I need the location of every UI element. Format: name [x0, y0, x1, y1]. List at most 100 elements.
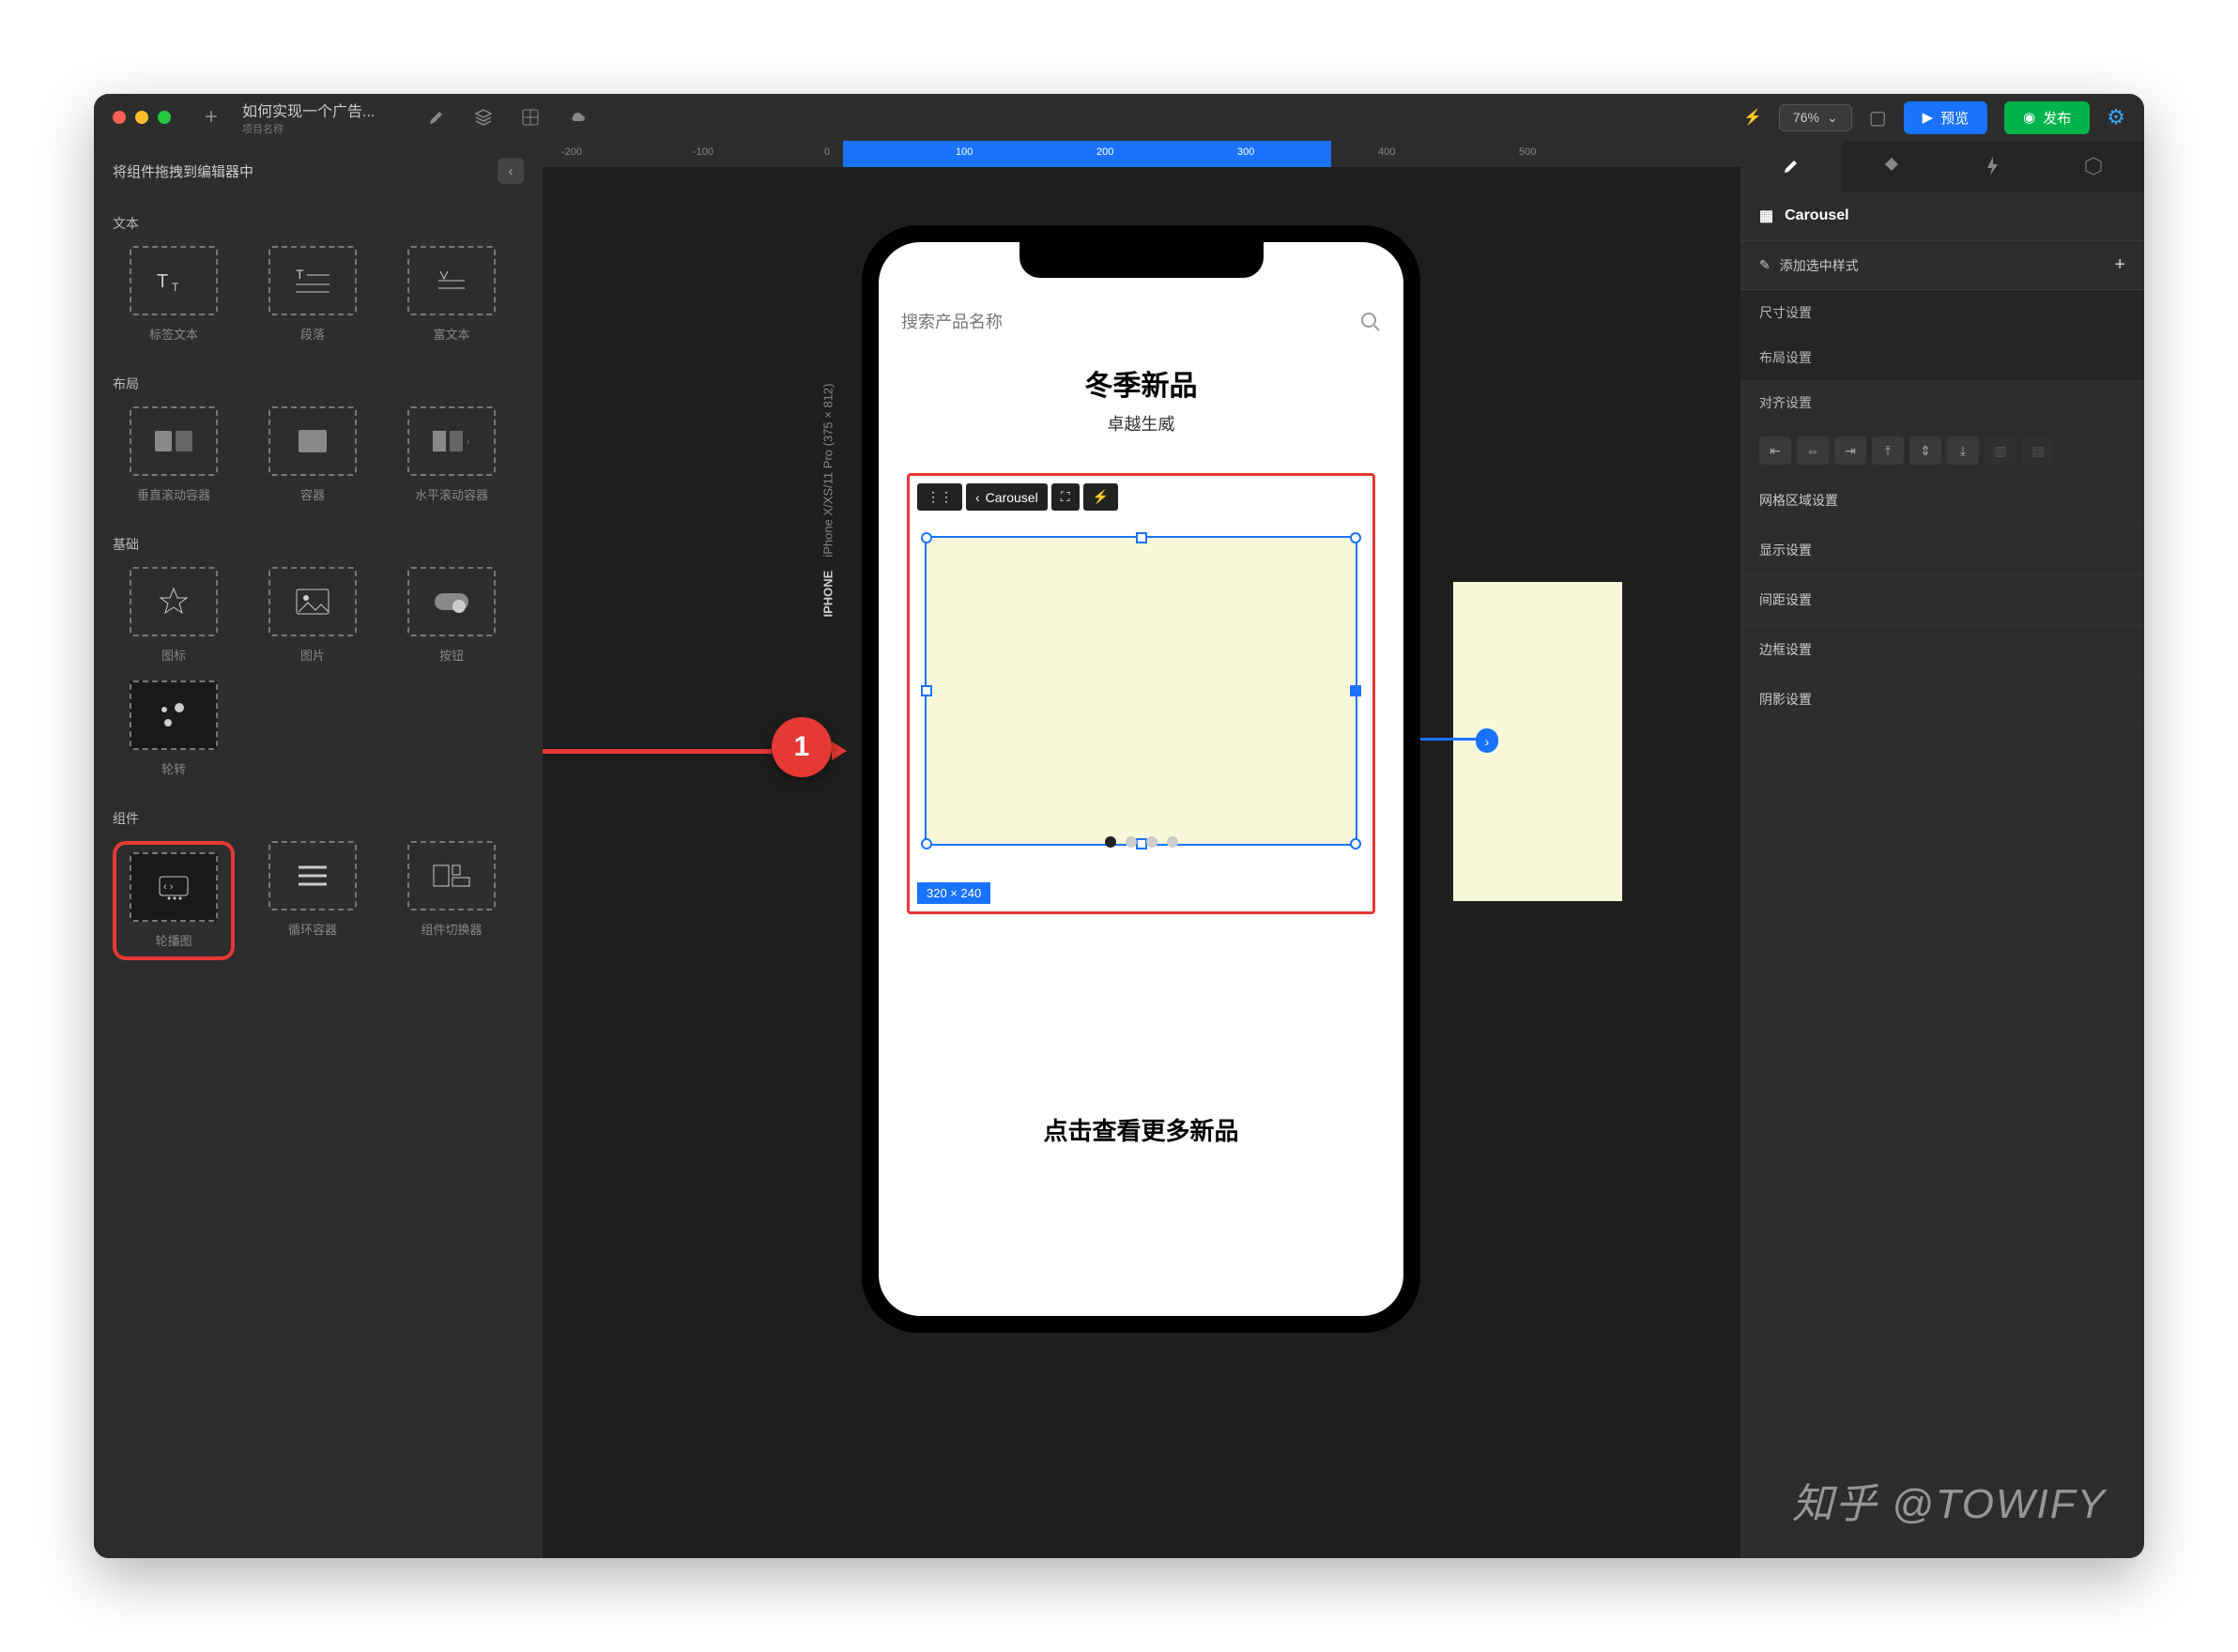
device-screen[interactable]: 冬季新品 卓越生威 ⋮⋮ ‹ Carousel ⛶ ⚡ [879, 242, 1403, 1316]
inspector-panel: ▦ Carousel ✎添加选中样式 + 尺寸设置 布局设置 对齐设置 ⇤ ⇔ … [1740, 141, 2144, 1558]
resize-handle[interactable] [1350, 532, 1361, 543]
comp-icon[interactable]: 图标 [113, 567, 235, 664]
category-text: 文本 [94, 201, 543, 246]
carousel-dots [910, 836, 1372, 848]
canvas[interactable]: -200 -100 0 100 200 300 400 500 IPHONEiP… [543, 141, 1740, 1558]
search-bar[interactable] [879, 298, 1403, 345]
dice-icon: ▦ [1759, 206, 1773, 225]
align-right[interactable]: ⇥ [1834, 436, 1866, 465]
project-sublabel: 项目名称 [242, 121, 375, 136]
prop-shadow[interactable]: 阴影设置 [1740, 675, 2144, 725]
tab-style[interactable] [1740, 141, 1842, 191]
comp-button[interactable]: 按钮 [391, 567, 513, 664]
tab-3d[interactable] [2044, 141, 2145, 191]
prop-grid-area[interactable]: 网格区域设置 [1740, 476, 2144, 526]
breadcrumb-carousel[interactable]: ‹ Carousel [966, 483, 1048, 511]
preview-button[interactable]: ▶ 预览 [1904, 101, 1988, 134]
comp-label-text[interactable]: TT标签文本 [113, 246, 235, 343]
chevron-down-icon: ⌄ [1827, 110, 1838, 126]
bolt-icon[interactable]: ⚡ [1743, 108, 1762, 127]
screen-heading: 冬季新品 [879, 362, 1403, 404]
close-window[interactable] [113, 111, 126, 124]
brush-icon[interactable] [427, 108, 446, 127]
carousel-dot[interactable] [1105, 836, 1116, 848]
publish-button[interactable]: ◉ 发布 [2004, 101, 2090, 134]
comp-carousel[interactable]: ‹ ›轮播图 [113, 841, 235, 960]
comp-hscroll[interactable]: ›水平滚动容器 [391, 406, 513, 503]
carousel-slide-selection[interactable] [925, 536, 1357, 846]
device-label: IPHONEiPhone X/XS/11 Pro (375 × 812) [821, 384, 835, 618]
resize-handle[interactable] [1350, 685, 1361, 696]
comp-paragraph[interactable]: T段落 [252, 246, 374, 343]
comp-rotate[interactable]: 轮转 [113, 681, 235, 777]
collapse-panel-button[interactable]: ‹ [498, 158, 524, 184]
search-icon[interactable] [1360, 312, 1381, 332]
add-selected-style[interactable]: ✎添加选中样式 + [1740, 241, 2144, 290]
align-bottom[interactable]: ⤓ [1947, 436, 1979, 465]
carousel-dot[interactable] [1126, 836, 1137, 848]
comp-image[interactable]: 图片 [252, 567, 374, 664]
zoom-selector[interactable]: 76% ⌄ [1779, 104, 1852, 131]
resize-handle[interactable] [1136, 532, 1147, 543]
section-size[interactable]: 尺寸设置 [1740, 290, 2144, 335]
align-left[interactable]: ⇤ [1759, 436, 1791, 465]
ruler-tick: 300 [1237, 146, 1254, 158]
tab-fill[interactable] [1842, 141, 1943, 191]
grid-icon[interactable] [521, 108, 540, 127]
play-icon: ▶ [1923, 109, 1934, 126]
ruler-selection [843, 141, 1331, 167]
ruler-tick: -200 [561, 146, 582, 158]
add-project-button[interactable]: + [205, 104, 218, 130]
connector-arrow-icon[interactable]: › [1476, 730, 1498, 753]
expand-icon[interactable]: ⛶ [1051, 483, 1080, 511]
zoom-value: 76% [1793, 110, 1819, 125]
project-name: 如何实现一个广告... [242, 99, 375, 121]
bolt-icon[interactable]: ⚡ [1083, 483, 1118, 511]
carousel-dot[interactable] [1167, 836, 1178, 848]
minimize-window[interactable] [135, 111, 148, 124]
plus-icon[interactable]: + [2114, 254, 2125, 276]
comp-vscroll[interactable]: 垂直滚动容器 [113, 406, 235, 503]
components-panel: 将组件拖拽到编辑器中 ‹ 文本 TT标签文本 T段落 富文本 布局 垂直滚动容器… [94, 141, 543, 1558]
resize-handle[interactable] [921, 685, 932, 696]
drag-handle-icon[interactable]: ⋮⋮ [917, 483, 962, 511]
settings-icon[interactable]: ⚙ [2107, 105, 2125, 130]
align-center-v[interactable]: ⇕ [1909, 436, 1941, 465]
maximize-window[interactable] [158, 111, 171, 124]
selection-toolbar: ⋮⋮ ‹ Carousel ⛶ ⚡ [917, 483, 1118, 511]
project-title[interactable]: 如何实现一个广告... 项目名称 [242, 99, 375, 136]
distribute-v: ▤ [2022, 436, 2054, 465]
align-top[interactable]: ⤒ [1872, 436, 1904, 465]
carousel-component[interactable]: ⋮⋮ ‹ Carousel ⛶ ⚡ [907, 473, 1375, 914]
annotation-arrow [832, 742, 847, 760]
device-icon[interactable]: ▢ [1869, 106, 1887, 130]
panel-header: 将组件拖拽到编辑器中 ‹ [94, 141, 543, 201]
align-center-h[interactable]: ⇔ [1797, 436, 1829, 465]
device-notch [1019, 242, 1264, 278]
comp-richtext[interactable]: 富文本 [391, 246, 513, 343]
prop-spacing[interactable]: 间距设置 [1740, 575, 2144, 625]
section-layout[interactable]: 布局设置 [1740, 335, 2144, 380]
comp-switcher[interactable]: 组件切换器 [391, 841, 513, 960]
carousel-dot[interactable] [1146, 836, 1157, 848]
cloud-icon[interactable] [568, 108, 587, 127]
titlebar: + 如何实现一个广告... 项目名称 ⚡ 76% ⌄ ▢ ▶ 预览 ◉ [94, 94, 2144, 141]
toolbar-icons [427, 108, 587, 127]
tab-action[interactable] [1942, 141, 2044, 191]
more-link[interactable]: 点击查看更多新品 [879, 1112, 1403, 1147]
comp-loop[interactable]: 循环容器 [252, 841, 374, 960]
panel-title: 将组件拖拽到编辑器中 [113, 161, 253, 181]
layers-icon[interactable] [474, 108, 493, 127]
resize-handle[interactable] [921, 532, 932, 543]
selected-component-name: ▦ Carousel [1740, 191, 2144, 241]
workspace: 将组件拖拽到编辑器中 ‹ 文本 TT标签文本 T段落 富文本 布局 垂直滚动容器… [94, 141, 2144, 1558]
circle-icon: ◉ [2023, 109, 2035, 126]
preview-label: 预览 [1940, 108, 1969, 128]
comp-container[interactable]: 容器 [252, 406, 374, 503]
prop-border[interactable]: 边框设置 [1740, 625, 2144, 675]
prop-display[interactable]: 显示设置 [1740, 526, 2144, 575]
category-basic: 基础 [94, 522, 543, 567]
ruler-tick: 100 [956, 146, 973, 158]
search-input[interactable] [901, 313, 1349, 332]
screen-subheading: 卓越生威 [879, 411, 1403, 436]
